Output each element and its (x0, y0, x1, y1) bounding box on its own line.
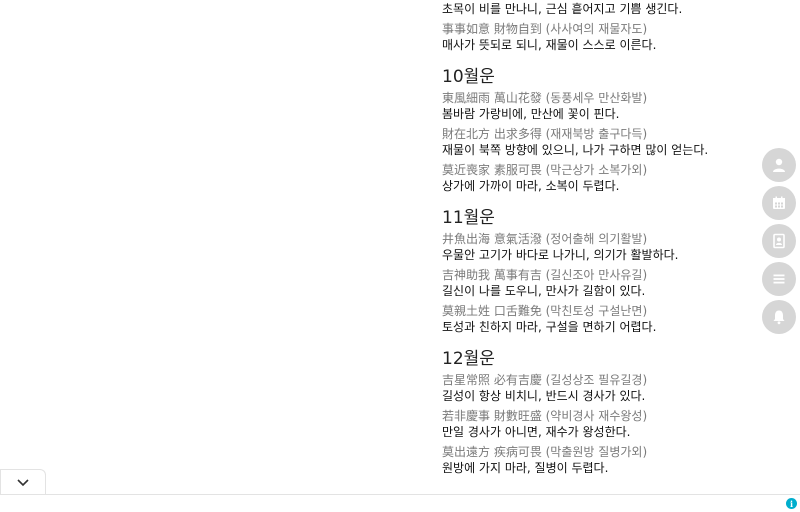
meaning-text: 토성과 친하지 마라, 구설을 면하기 어렵다. (442, 320, 657, 334)
month-heading: 10월운 (442, 67, 495, 87)
person-icon (773, 158, 785, 172)
info-icon: i (789, 498, 794, 509)
notification-button[interactable] (762, 300, 796, 334)
contacts-button[interactable] (762, 224, 796, 258)
meaning-text: 초목이 비를 만나니, 근심 흩어지고 기쁨 생긴다. (442, 2, 683, 16)
calendar-icon (773, 196, 785, 209)
proverb-text: 吉神助我 萬事有吉 (길신조아 만사유길) (442, 268, 648, 282)
meaning-text: 재물이 북쪽 방향에 있으니, 나가 구하면 많이 얻는다. (442, 143, 709, 157)
meaning-text: 원방에 가지 마라, 질병이 두렵다. (442, 461, 609, 475)
menu-icon (773, 274, 785, 284)
proverb-text: 若非慶事 財數旺盛 (약비경사 재수왕성) (442, 409, 648, 423)
ad-collapse-button[interactable] (0, 469, 46, 495)
calendar-button[interactable] (762, 186, 796, 220)
bell-icon (773, 310, 785, 325)
meaning-text: 길신이 나를 도우니, 만사가 길함이 있다. (442, 284, 646, 298)
meaning-text: 봄바람 가랑비에, 만산에 꽃이 핀다. (442, 107, 620, 121)
chevron-down-icon (17, 478, 29, 486)
meaning-text: 길성이 항상 비치니, 반드시 경사가 있다. (442, 389, 646, 403)
meaning-text: 매사가 뜻되로 되니, 재물이 스스로 이른다. (442, 38, 657, 52)
proverb-text: 井魚出海 意氣活潑 (정어출해 의기활발) (442, 232, 648, 246)
profile-button[interactable] (762, 148, 796, 182)
adchoices-button[interactable]: i (786, 498, 797, 509)
fortune-content: 초목이 비를 만나니, 근심 흩어지고 기쁨 생긴다. 事事如意 財物自到 (사… (442, 0, 762, 476)
proverb-text: 東風細雨 萬山花發 (동풍세우 만산화발) (442, 91, 648, 105)
proverb-text: 莫近喪家 素服可畏 (막근상가 소복가외) (442, 163, 648, 177)
proverb-text: 事事如意 財物自到 (사사여의 재물자도) (442, 22, 648, 36)
month-section-11: 11월운 井魚出海 意氣活潑 (정어출해 의기활발) 우물안 고기가 바다로 나… (442, 208, 762, 335)
month-heading: 12월운 (442, 349, 495, 369)
month-section-10: 10월운 東風細雨 萬山花發 (동풍세우 만산화발) 봄바람 가랑비에, 만산에… (442, 67, 762, 194)
meaning-text: 우물안 고기가 바다로 나가니, 의기가 활발하다. (442, 248, 679, 262)
proverb-text: 財在北方 出求多得 (재재북방 출구다득) (442, 127, 648, 141)
proverb-text: 莫親土姓 口舌難免 (막친토성 구설난면) (442, 304, 648, 318)
proverb-text: 吉星常照 必有吉慶 (길성상조 필유길경) (442, 373, 648, 387)
month-section-12: 12월운 吉星常照 必有吉慶 (길성상조 필유길경) 길성이 항상 비치니, 반… (442, 349, 762, 476)
meaning-text: 만일 경사가 아니면, 재수가 왕성한다. (442, 425, 631, 439)
meaning-text: 상가에 가까이 마라, 소복이 두렵다. (442, 179, 620, 193)
contact-card-icon (773, 233, 785, 249)
menu-button[interactable] (762, 262, 796, 296)
ad-banner: i (0, 494, 800, 512)
proverb-text: 莫出遠方 疾病可畏 (막출원방 질병가외) (442, 445, 648, 459)
month-heading: 11월운 (442, 208, 495, 228)
floating-side-menu (762, 148, 796, 338)
